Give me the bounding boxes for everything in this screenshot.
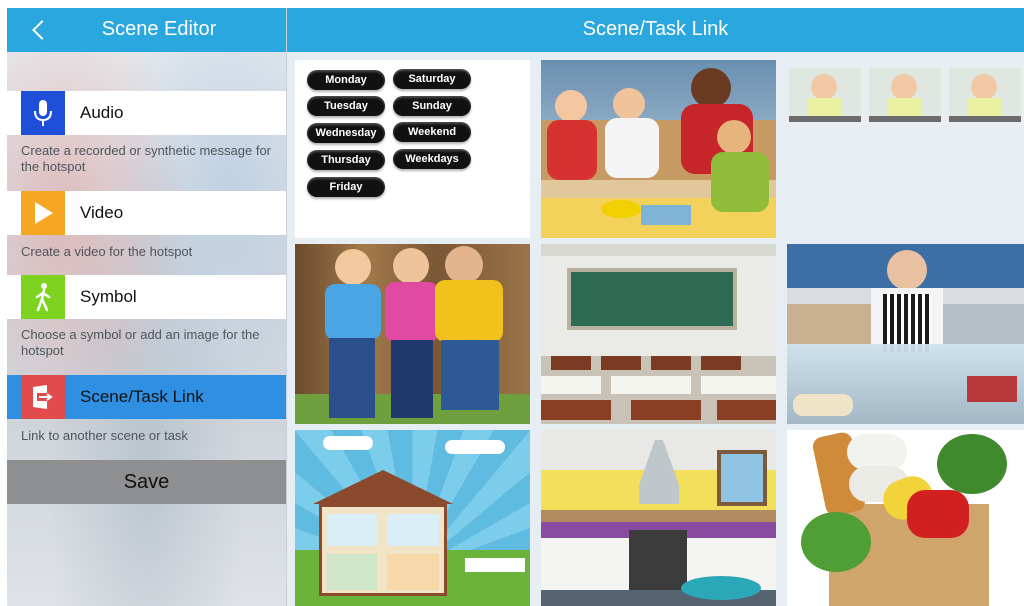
scene-editor-title: Scene Editor — [101, 18, 217, 40]
tile-house-cutaway[interactable] — [295, 430, 530, 606]
day-label: Saturday — [393, 69, 471, 89]
option-video-description: Create a video for the hotspot — [21, 244, 193, 259]
save-button[interactable]: Save — [7, 460, 286, 504]
scene-task-link-title: Scene/Task Link — [582, 18, 729, 40]
play-icon — [21, 191, 65, 235]
option-scene-task-link-description: Link to another scene or task — [21, 428, 188, 443]
scene-grid: Monday Saturday Tuesday Sunday Wednesday… — [287, 52, 1024, 606]
microphone-icon — [21, 91, 65, 135]
option-video[interactable]: Video — [7, 191, 286, 235]
day-label: Friday — [307, 177, 385, 197]
scene-editor-header: Scene Editor — [7, 8, 286, 52]
back-button[interactable] — [29, 16, 49, 44]
option-symbol-label: Symbol — [80, 287, 137, 306]
tile-children-on-playground[interactable] — [295, 244, 530, 424]
door-link-icon — [21, 375, 65, 419]
option-audio[interactable]: Audio — [7, 91, 286, 135]
option-symbol-description: Choose a symbol or add an image for the … — [21, 327, 260, 358]
app: Scene Editor Audio Create a recorded or … — [0, 0, 1024, 606]
walking-person-icon — [21, 275, 65, 319]
day-label: Monday — [307, 70, 385, 90]
day-label: Sunday — [393, 96, 471, 116]
tile-grocery-bag[interactable] — [787, 430, 1024, 606]
scene-editor-panel: Scene Editor Audio Create a recorded or … — [7, 8, 286, 606]
option-scene-task-link[interactable]: Scene/Task Link — [7, 375, 286, 419]
day-label: Tuesday — [307, 96, 385, 116]
option-audio-description: Create a recorded or synthetic message f… — [21, 143, 272, 174]
day-label: Weekend — [393, 122, 471, 142]
day-label: Thursday — [307, 150, 385, 170]
tile-empty-classroom[interactable] — [541, 244, 776, 424]
tile-deli-counter[interactable] — [787, 244, 1024, 424]
option-scene-task-link-label: Scene/Task Link — [80, 387, 204, 406]
day-label: Wednesday — [307, 123, 385, 143]
day-label: Weekdays — [393, 149, 471, 169]
scene-task-link-header: Scene/Task Link — [287, 8, 1024, 52]
option-video-label: Video — [80, 203, 124, 222]
option-symbol[interactable]: Symbol — [7, 275, 286, 319]
tile-toothbrushing-steps[interactable] — [787, 60, 1024, 238]
tile-children-playing-at-table[interactable] — [541, 60, 776, 238]
tile-kitchen[interactable] — [541, 430, 776, 606]
tile-days-of-week[interactable]: Monday Saturday Tuesday Sunday Wednesday… — [295, 60, 530, 238]
option-audio-label: Audio — [80, 103, 124, 122]
